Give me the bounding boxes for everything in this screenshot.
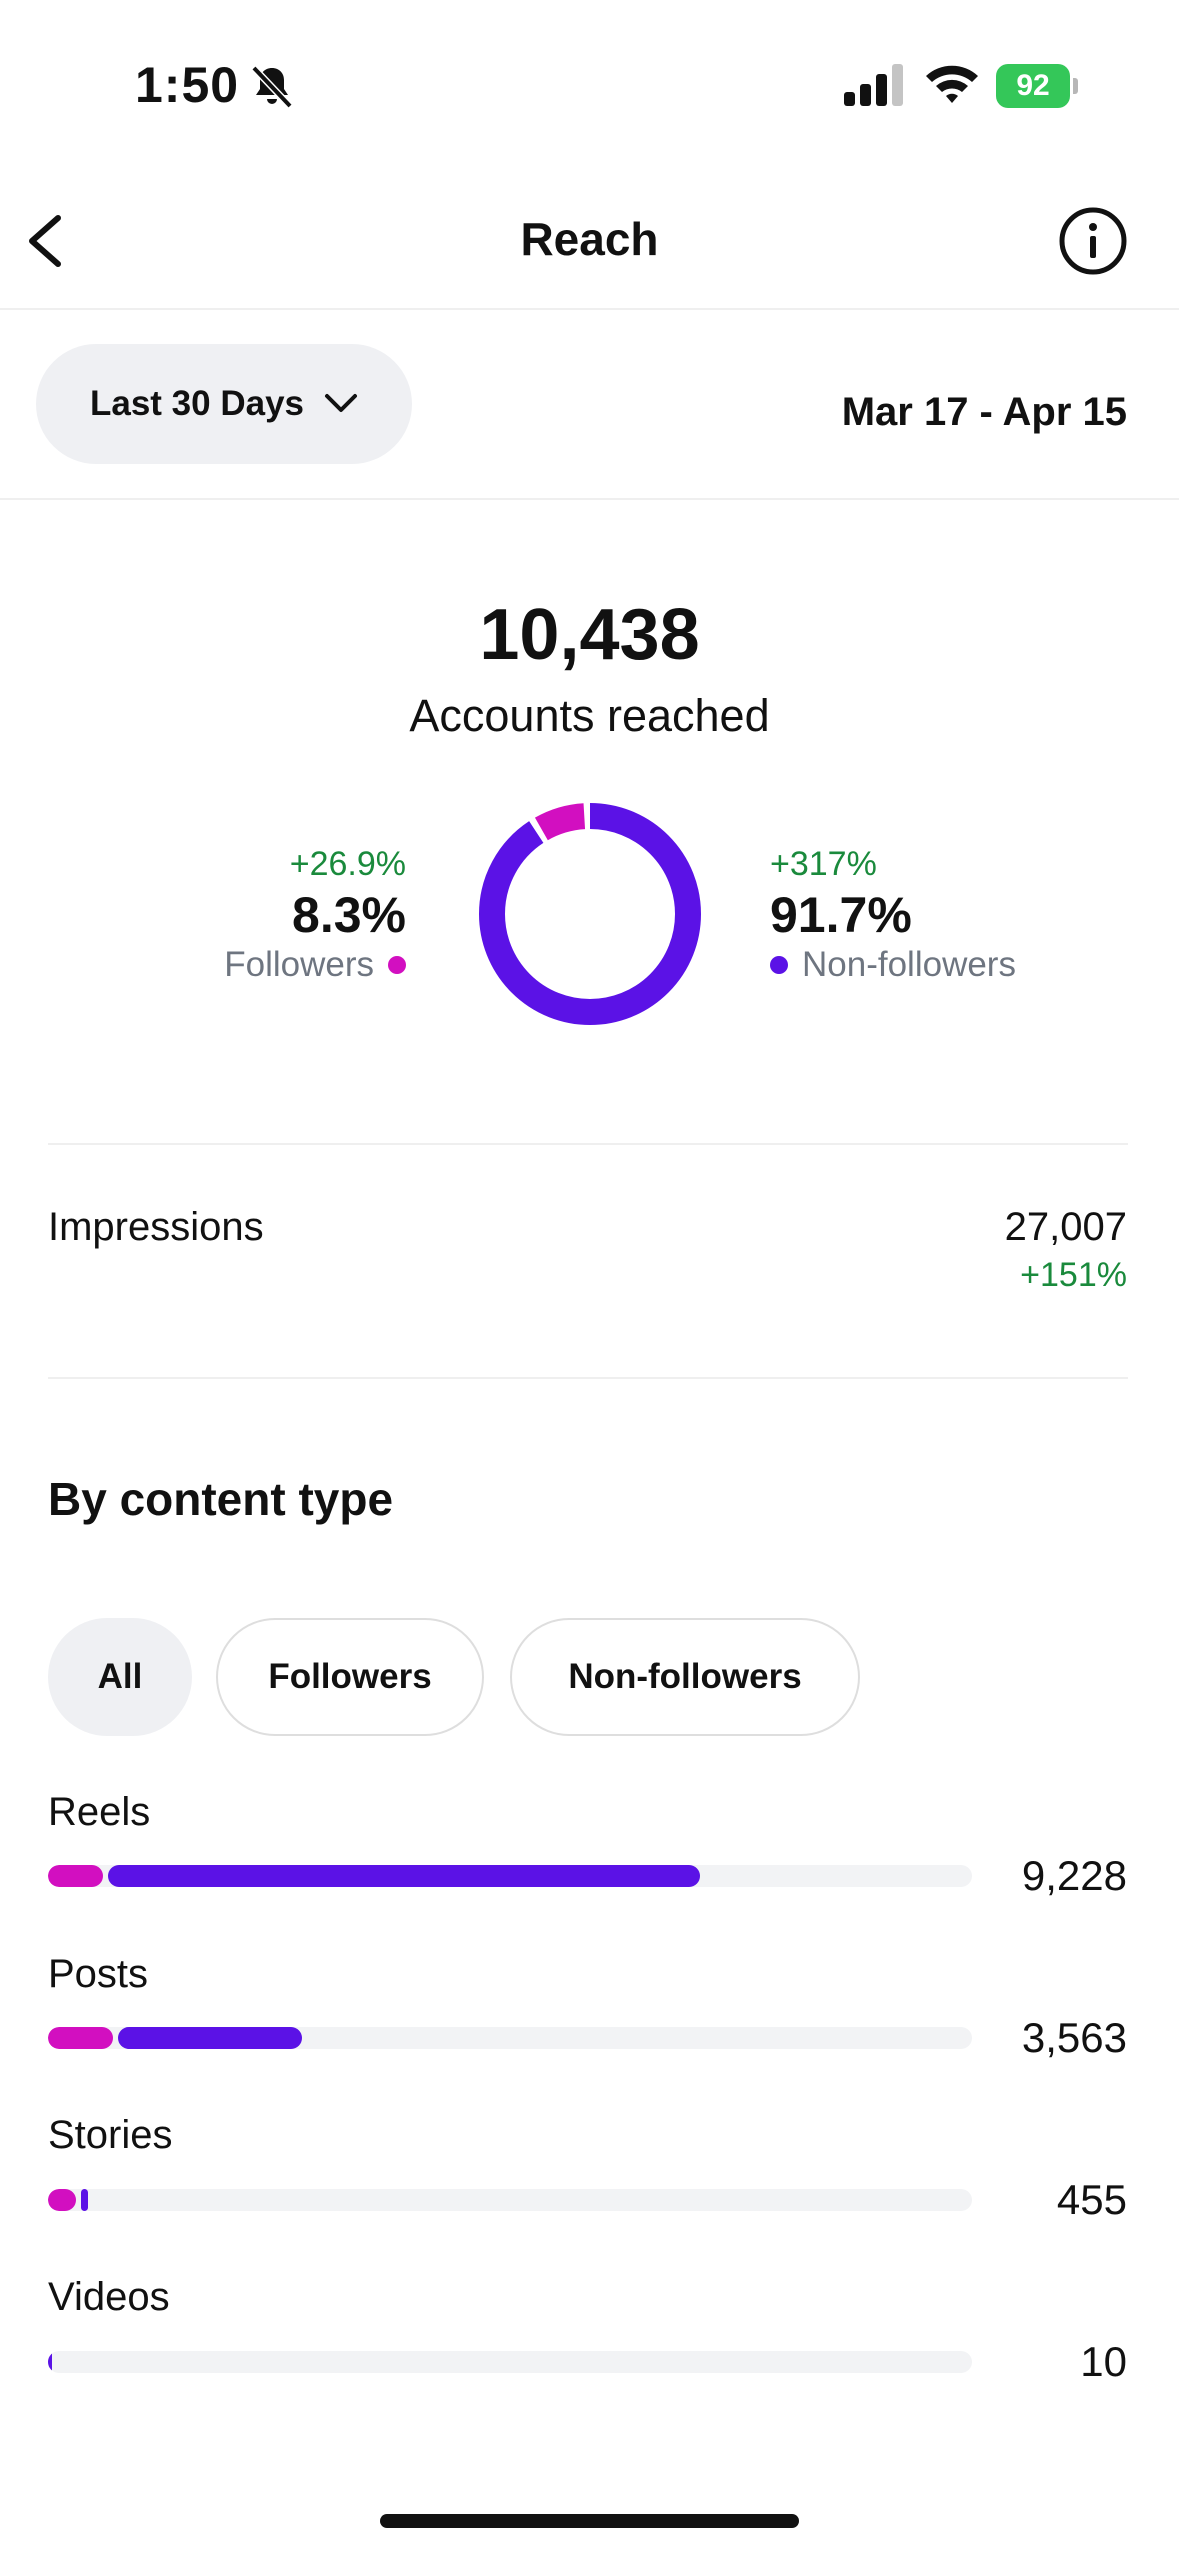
impressions-value: 27,007 [1004,1205,1127,1249]
followers-legend-label: Followers [224,945,374,984]
followers-dot [388,956,406,974]
filter-divider [0,498,1179,500]
bar-segment-non-followers [108,1865,700,1887]
content-row-value: 9,228 [1021,1852,1127,1899]
non-followers-dot [770,956,788,974]
non-followers-change: +317% [770,845,877,883]
header-divider [0,308,1179,310]
cellular-signal-icon [844,64,903,106]
section-title: By content type [48,1473,394,1525]
non-followers-percent: 91.7% [770,887,912,943]
bar-segment-followers [48,1865,104,1887]
content-row-bar [48,1865,972,1887]
bar-segment-non-followers [48,2351,52,2373]
followers-legend: Followers [224,945,406,985]
followers-change: +26.9% [289,845,406,883]
chip-non-followers[interactable]: Non-followers [510,1618,860,1736]
chevron-down-icon [325,394,358,412]
donut-segment-non-followers [479,803,701,1025]
content-row-bar [48,2189,972,2211]
content-row-label: Stories [48,2113,173,2157]
content-row-value: 3,563 [1021,2014,1127,2061]
date-range-label: Last 30 Days [89,384,305,423]
impressions-divider [48,1377,1128,1379]
content-row-bar [48,2027,972,2049]
chip-followers[interactable]: Followers [216,1618,484,1736]
content-row-label: Posts [48,1952,149,1996]
summary-divider [48,1143,1128,1145]
content-row-label: Reels [48,1790,151,1834]
reach-donut-chart [479,803,701,1025]
impressions-change: +151% [1020,1256,1127,1294]
info-icon[interactable] [1058,206,1128,276]
bar-segment-followers [48,2189,76,2211]
bar-segment-non-followers [117,2027,303,2049]
wifi-icon [926,65,978,103]
chip-all[interactable]: All [48,1618,192,1736]
date-range-text: Mar 17 - Apr 15 [841,390,1127,434]
accounts-reached-value: 10,438 [479,595,700,675]
content-row-label: Videos [48,2275,170,2319]
content-row-bar [48,2351,972,2373]
battery-level: 92 [996,64,1070,108]
content-row-value: 10 [1080,2338,1127,2385]
non-followers-legend: Non-followers [770,945,1016,985]
bar-segment-followers [48,2027,113,2049]
non-followers-legend-label: Non-followers [802,945,1016,984]
bar-segment-non-followers [80,2189,89,2211]
page-title: Reach [520,213,659,265]
followers-percent: 8.3% [292,887,406,943]
date-range-dropdown[interactable]: Last 30 Days [36,344,412,464]
status-time: 1:50 [135,57,240,113]
content-row-value: 455 [1056,2176,1127,2223]
impressions-label: Impressions [48,1205,264,1249]
bell-muted-icon [251,65,293,109]
home-indicator [380,2514,799,2528]
accounts-reached-label: Accounts reached [409,690,770,741]
battery-icon: 92 [996,64,1078,108]
